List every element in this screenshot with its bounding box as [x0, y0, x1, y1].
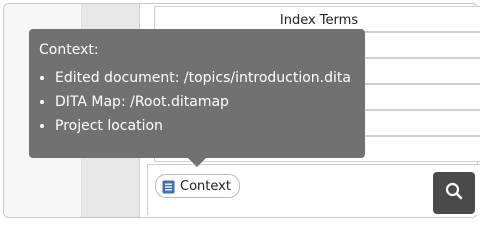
context-chip-label: Context: [180, 178, 231, 194]
tooltip-item-edited-document: Edited document: /topics/introduction.di…: [55, 66, 355, 90]
tooltip-arrow: [188, 158, 206, 167]
tooltip-item-project-location: Project location: [55, 114, 355, 138]
search-icon: [445, 182, 463, 204]
tooltip-item-dita-map: DITA Map: /Root.ditamap: [55, 90, 355, 114]
tooltip-list: Edited document: /topics/introduction.di…: [39, 66, 355, 138]
context-chip[interactable]: Context: [155, 174, 240, 198]
document-icon: [162, 179, 175, 194]
context-tooltip: Context: Edited document: /topics/introd…: [29, 29, 365, 158]
search-button[interactable]: [433, 172, 475, 214]
tooltip-title: Context:: [39, 42, 99, 58]
